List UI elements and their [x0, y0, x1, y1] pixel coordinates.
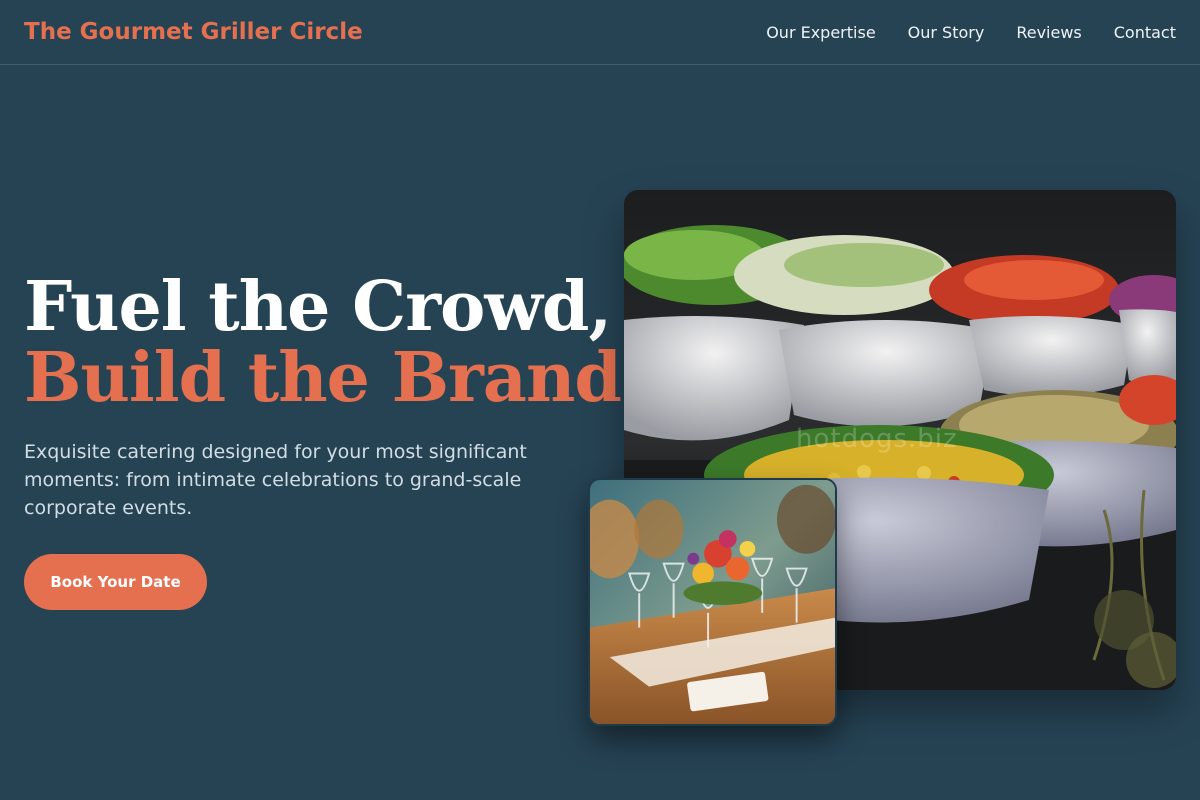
site-header: The Gourmet Griller Circle Our Expertise…	[0, 0, 1200, 65]
nav-link-contact[interactable]: Contact	[1114, 23, 1176, 42]
hero-title-line2: Build the Brand.	[24, 338, 645, 418]
main-nav: Our Expertise Our Story Reviews Contact	[766, 23, 1176, 42]
brand-logo[interactable]: The Gourmet Griller Circle	[24, 19, 363, 45]
nav-link-our-story[interactable]: Our Story	[908, 23, 985, 42]
hero-title-line1: Fuel the Crowd,	[24, 267, 612, 347]
book-your-date-button[interactable]: Book Your Date	[24, 554, 207, 610]
watermark-text: hotdogs.biz	[796, 424, 958, 454]
hero-subtitle: Exquisite catering designed for your mos…	[24, 441, 527, 519]
table-setting-photo	[588, 478, 837, 726]
nav-link-reviews[interactable]: Reviews	[1016, 23, 1081, 42]
nav-link-our-expertise[interactable]: Our Expertise	[766, 23, 875, 42]
hero-title: Fuel the Crowd, Build the Brand.	[24, 267, 645, 418]
table-setting-photo-image	[590, 480, 835, 724]
